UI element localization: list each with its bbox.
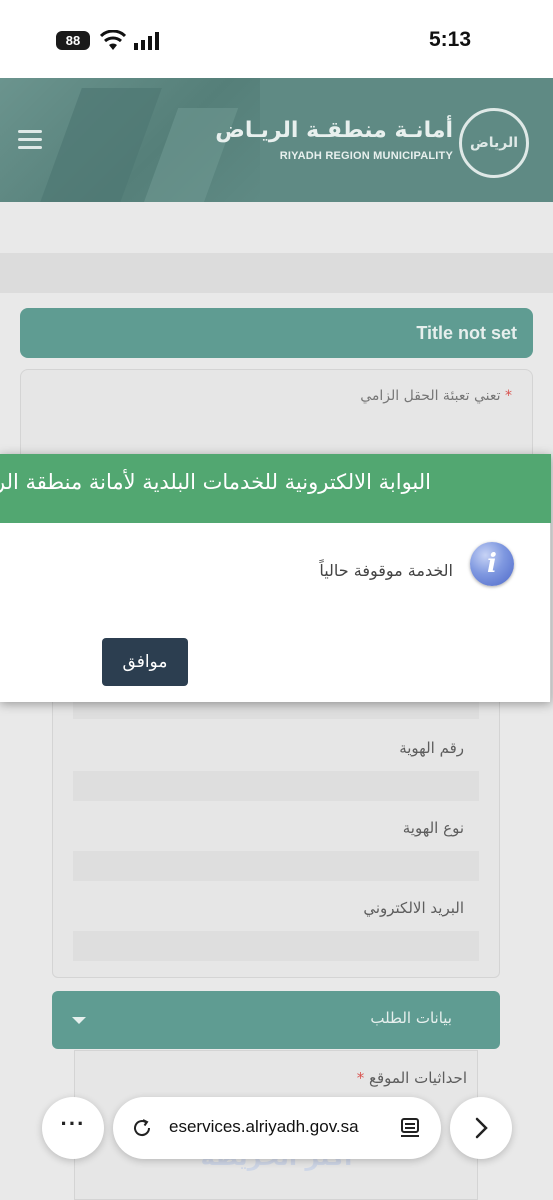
id-type-select[interactable]	[73, 851, 479, 881]
required-star: *	[356, 1069, 365, 1087]
more-options-button[interactable]: ···	[42, 1097, 104, 1159]
coordinates-label-text: احداثيات الموقع	[369, 1069, 467, 1087]
municipality-emblem: الرياض	[459, 108, 529, 178]
required-note: * تعني تعبئة الحقل الزامي	[360, 388, 512, 404]
status-bar: 88 5:13	[0, 0, 553, 78]
alert-dialog: البوابة الالكترونية للخدمات البلدية لأما…	[0, 454, 551, 702]
info-icon: i	[470, 542, 514, 586]
breadcrumb-strip	[0, 253, 553, 293]
signal-icon	[134, 32, 159, 50]
email-input[interactable]	[73, 931, 479, 961]
section-request-data[interactable]: بيانات الطلب	[52, 991, 500, 1049]
battery-icon: 88	[56, 31, 90, 50]
section-title: بيانات الطلب	[370, 1009, 452, 1027]
applicant-form-card: رقم الهوية نوع الهوية البريد الالكتروني	[52, 678, 500, 978]
reload-icon[interactable]	[131, 1117, 153, 1139]
forward-button[interactable]	[450, 1097, 512, 1159]
coordinates-label: احداثيات الموقع *	[357, 1069, 467, 1087]
chevron-right-icon	[475, 1117, 488, 1139]
field-label-id-type: نوع الهوية	[402, 819, 464, 837]
menu-icon[interactable]	[18, 130, 42, 150]
ok-button[interactable]: موافق	[102, 638, 188, 686]
logo-english-text: RIYADH REGION MUNICIPALITY	[279, 150, 453, 162]
reader-mode-icon[interactable]	[399, 1117, 421, 1139]
chevron-down-icon	[72, 1017, 86, 1024]
field-label-email: البريد الالكتروني	[363, 899, 464, 917]
url-text: eservices.alriyadh.gov.sa	[169, 1117, 359, 1136]
dialog-message: الخدمة موقوفة حالياً	[319, 561, 453, 580]
address-bar[interactable]: eservices.alriyadh.gov.sa	[113, 1097, 441, 1159]
status-time: 5:13	[428, 28, 471, 51]
dialog-header: البوابة الالكترونية للخدمات البلدية لأما…	[0, 454, 551, 523]
logo-arabic-text: أمانـة منطقـة الريـاض	[215, 118, 453, 143]
required-star: *	[505, 388, 512, 404]
id-number-input[interactable]	[73, 771, 479, 801]
field-label-id-number: رقم الهوية	[399, 739, 464, 757]
dialog-title: البوابة الالكترونية للخدمات البلدية لأما…	[0, 470, 431, 494]
form-title: Title not set	[20, 308, 533, 358]
site-header: الرياض أمانـة منطقـة الريـاض RIYADH REGI…	[0, 78, 553, 202]
wifi-icon	[100, 30, 126, 50]
required-note-text: تعني تعبئة الحقل الزامي	[360, 388, 501, 404]
